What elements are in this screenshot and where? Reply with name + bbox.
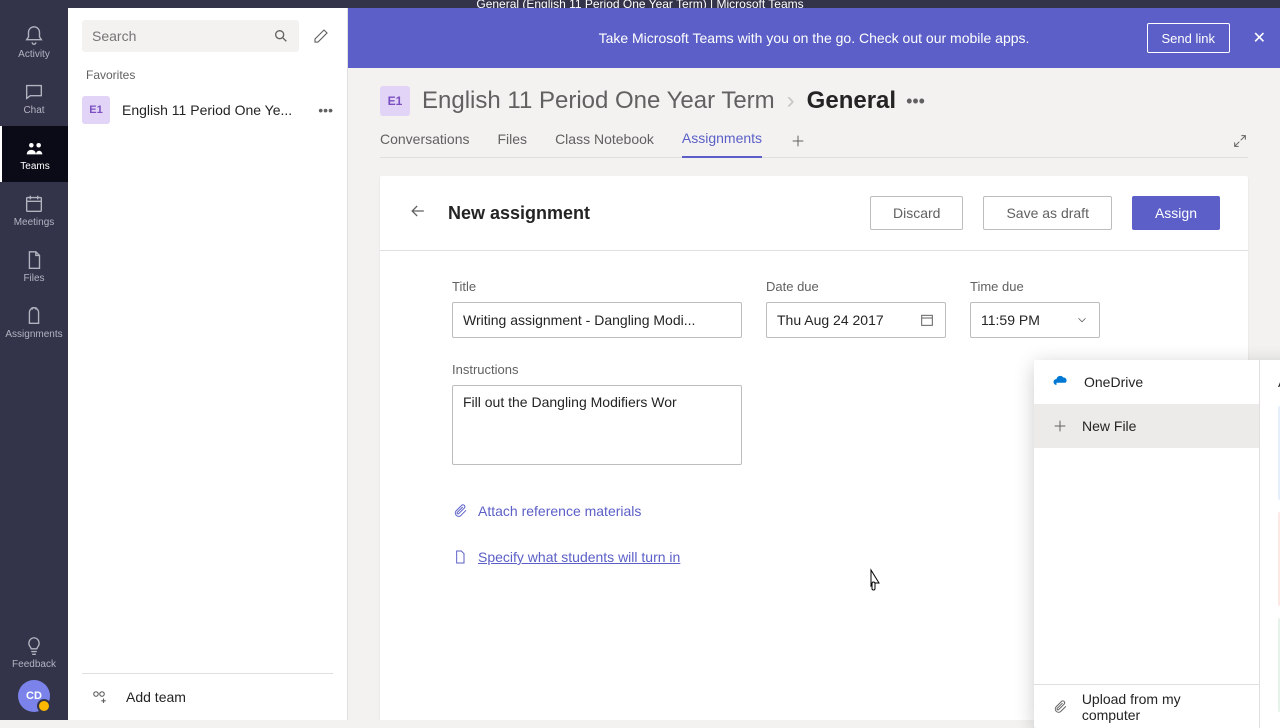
chat-icon — [23, 81, 45, 103]
attachment-icon — [1052, 699, 1068, 715]
rail-files[interactable]: Files — [0, 238, 68, 294]
title-input[interactable]: Writing assignment - Dangling Modi... — [452, 302, 742, 338]
date-due-label: Date due — [766, 279, 946, 294]
app-rail: Activity Chat Teams Meetings Files Assig… — [0, 8, 68, 720]
add-tab-button[interactable] — [790, 133, 806, 154]
attach-reference-link[interactable]: Attach reference materials — [452, 503, 742, 519]
file-icon — [23, 249, 45, 271]
search-icon — [273, 28, 289, 44]
compose-button[interactable] — [309, 24, 333, 48]
popup-onedrive-option[interactable]: OneDrive — [1034, 360, 1259, 404]
lightbulb-icon — [23, 635, 45, 657]
calendar-icon — [919, 312, 935, 328]
team-item[interactable]: E1 English 11 Period One Ye... ••• — [68, 88, 347, 132]
user-avatar[interactable]: CD — [18, 680, 50, 712]
channel-header: E1 English 11 Period One Year Term › Gen… — [348, 68, 1280, 158]
rail-teams[interactable]: Teams — [0, 126, 68, 182]
cursor-icon — [864, 568, 884, 597]
rail-assignments[interactable]: Assignments — [0, 294, 68, 350]
tab-conversations[interactable]: Conversations — [380, 131, 470, 157]
breadcrumb: E1 English 11 Period One Year Term › Gen… — [380, 86, 1248, 116]
compose-icon — [312, 27, 330, 45]
banner-close-button[interactable]: ✕ — [1253, 28, 1266, 48]
backpack-icon — [23, 305, 45, 327]
back-button[interactable] — [408, 201, 428, 226]
main-content: Take Microsoft Teams with you on the go.… — [348, 8, 1280, 720]
save-draft-button[interactable]: Save as draft — [983, 196, 1112, 230]
search-box[interactable] — [82, 20, 299, 52]
send-link-button[interactable]: Send link — [1147, 23, 1230, 53]
calendar-icon — [23, 193, 45, 215]
instructions-label: Instructions — [452, 362, 742, 377]
arrow-left-icon — [408, 201, 428, 221]
attachment-icon — [452, 503, 468, 519]
banner-text: Take Microsoft Teams with you on the go.… — [599, 30, 1030, 46]
search-input[interactable] — [92, 28, 273, 44]
add-team-button[interactable]: Add team — [68, 674, 347, 720]
document-icon — [452, 549, 468, 565]
expand-button[interactable] — [1232, 133, 1248, 154]
tab-assignments[interactable]: Assignments — [682, 130, 762, 158]
left-panel: Favorites E1 English 11 Period One Ye...… — [68, 8, 348, 720]
date-due-input[interactable]: Thu Aug 24 2017 — [766, 302, 946, 338]
rail-chat[interactable]: Chat — [0, 70, 68, 126]
rail-feedback[interactable]: Feedback — [0, 624, 68, 680]
teams-icon — [24, 137, 46, 159]
channel-tabs: Conversations Files Class Notebook Assig… — [380, 116, 1248, 158]
title-bar: General (English 11 Period One Year Term… — [0, 0, 1280, 8]
team-name: English 11 Period One Ye... — [122, 102, 306, 118]
team-more-button[interactable]: ••• — [318, 102, 333, 118]
instructions-input[interactable]: Fill out the Dangling Modifiers Wor — [452, 385, 742, 465]
tab-class-notebook[interactable]: Class Notebook — [555, 131, 654, 157]
time-due-input[interactable]: 11:59 PM — [970, 302, 1100, 338]
mobile-banner: Take Microsoft Teams with you on the go.… — [348, 8, 1280, 68]
popup-upload-option[interactable]: Upload from my computer — [1034, 684, 1259, 728]
time-due-label: Time due — [970, 279, 1100, 294]
title-label: Title — [452, 279, 742, 294]
popup-new-file-option[interactable]: New File — [1034, 404, 1259, 448]
chevron-down-icon — [1075, 313, 1089, 327]
breadcrumb-more-button[interactable]: ••• — [906, 91, 925, 112]
plus-icon — [790, 133, 806, 149]
page-title: New assignment — [448, 203, 850, 224]
rail-meetings[interactable]: Meetings — [0, 182, 68, 238]
team-avatar: E1 — [82, 96, 110, 124]
channel-avatar: E1 — [380, 86, 410, 116]
rail-activity[interactable]: Activity — [0, 14, 68, 70]
expand-icon — [1232, 133, 1248, 149]
attach-file-popup: OneDrive New File Upload from my compute… — [1034, 360, 1280, 728]
breadcrumb-current: General — [807, 87, 896, 115]
add-team-icon — [90, 688, 108, 706]
specify-turn-in-link[interactable]: Specify what students will turn in — [452, 549, 742, 565]
discard-button[interactable]: Discard — [870, 196, 963, 230]
assign-button[interactable]: Assign — [1132, 196, 1220, 230]
favorites-label: Favorites — [68, 64, 347, 88]
onedrive-icon — [1052, 373, 1070, 391]
breadcrumb-parent[interactable]: English 11 Period One Year Term — [422, 87, 775, 115]
chevron-right-icon: › — [787, 87, 795, 115]
bell-icon — [23, 25, 45, 47]
tab-files[interactable]: Files — [498, 131, 528, 157]
plus-icon — [1052, 418, 1068, 434]
